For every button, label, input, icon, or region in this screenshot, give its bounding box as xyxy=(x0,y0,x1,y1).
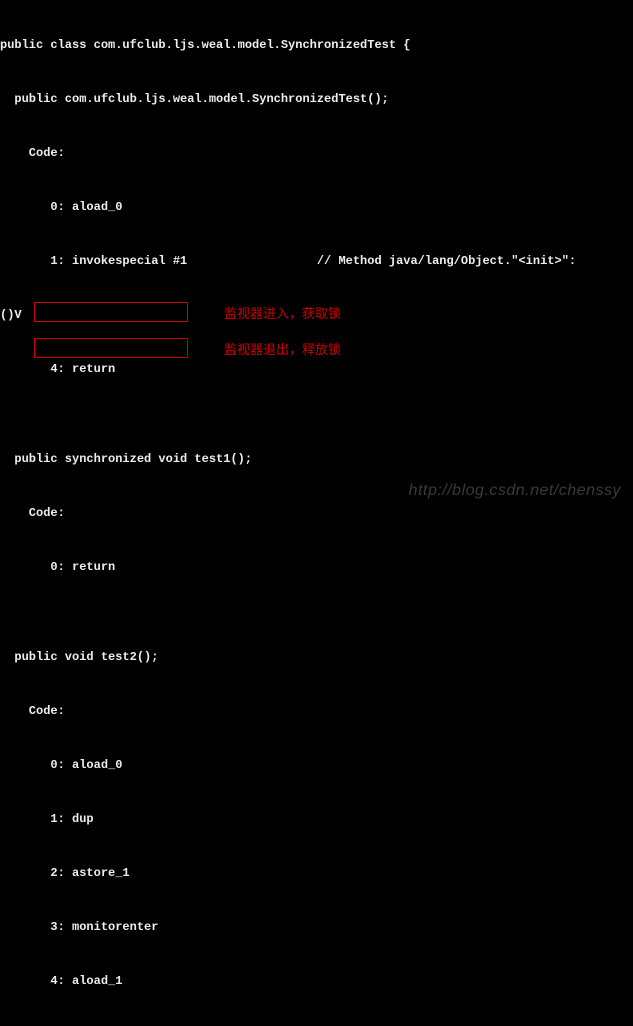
code-line: 0: aload_0 xyxy=(0,198,633,216)
code-line: Code: xyxy=(0,504,633,522)
annotation-exit: 监视器退出，释放锁 xyxy=(224,340,341,360)
code-line: 0: return xyxy=(0,558,633,576)
code-line: 2: astore_1 xyxy=(0,864,633,882)
bytecode-output: public class com.ufclub.ljs.weal.model.S… xyxy=(0,0,633,1026)
code-line: public com.ufclub.ljs.weal.model.Synchro… xyxy=(0,90,633,108)
code-line: Code: xyxy=(0,702,633,720)
code-line: 3: monitorenter xyxy=(0,918,633,936)
code-line: public void test2(); xyxy=(0,648,633,666)
annotation-enter: 监视器进入，获取锁 xyxy=(224,304,341,324)
code-line: 0: aload_0 xyxy=(0,756,633,774)
code-line: 1: dup xyxy=(0,810,633,828)
watermark-text: http://blog.csdn.net/chenssy xyxy=(409,479,621,503)
code-line: Code: xyxy=(0,144,633,162)
code-line: public class com.ufclub.ljs.weal.model.S… xyxy=(0,36,633,54)
code-line: 1: invokespecial #1 // Method java/lang/… xyxy=(0,252,633,270)
code-line: 4: return xyxy=(0,360,633,378)
code-line: public synchronized void test1(); xyxy=(0,450,633,468)
code-line: 4: aload_1 xyxy=(0,972,633,990)
